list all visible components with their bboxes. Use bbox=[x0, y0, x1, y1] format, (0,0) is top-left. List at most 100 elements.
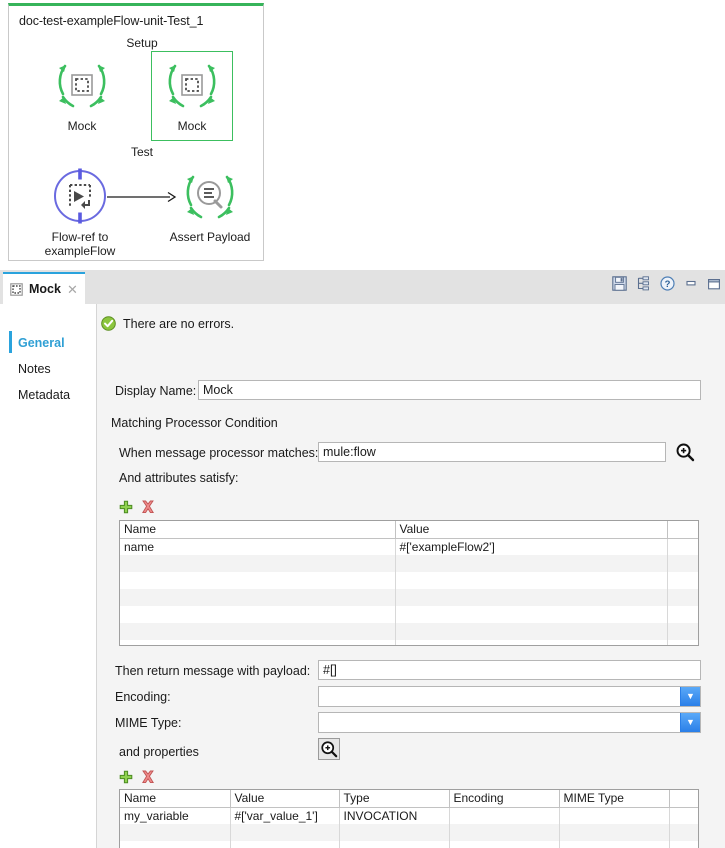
encoding-select[interactable]: ▼ bbox=[318, 686, 701, 707]
flow-node-label: Flow-ref to exampleFlow bbox=[37, 230, 123, 258]
tab-mock[interactable]: Mock ✕ bbox=[3, 272, 85, 304]
table-cell[interactable]: INVOCATION bbox=[339, 807, 449, 824]
table-cell[interactable] bbox=[120, 572, 395, 589]
table-header-row: NameValueTypeEncodingMIME Type bbox=[120, 790, 698, 807]
table-cell[interactable] bbox=[120, 623, 395, 640]
table-cell[interactable] bbox=[339, 841, 449, 848]
table-cell[interactable] bbox=[395, 623, 667, 640]
table-column-header: Value bbox=[395, 521, 667, 538]
table-cell[interactable]: #['var_value_1'] bbox=[230, 807, 339, 824]
table-cell[interactable] bbox=[667, 589, 698, 606]
table-row[interactable] bbox=[120, 555, 698, 572]
table-cell[interactable] bbox=[120, 555, 395, 572]
table-cell[interactable] bbox=[559, 824, 669, 841]
table-cell[interactable] bbox=[449, 841, 559, 848]
table-column-header: Encoding bbox=[449, 790, 559, 807]
properties-table[interactable]: NameValueTypeEncodingMIME Type my_variab… bbox=[119, 789, 699, 848]
encoding-label: Encoding: bbox=[115, 690, 171, 704]
flow-node-assert-payload[interactable]: Assert Payload bbox=[167, 165, 253, 244]
status-text: There are no errors. bbox=[123, 317, 234, 331]
maximize-icon[interactable] bbox=[707, 277, 721, 291]
table-cell[interactable] bbox=[667, 538, 698, 555]
table-cell[interactable] bbox=[669, 841, 698, 848]
flow-node-mock-2[interactable]: Mock bbox=[149, 54, 235, 133]
display-name-group bbox=[107, 340, 715, 372]
panel-content: There are no errors. Display Name: Match… bbox=[97, 304, 725, 848]
close-icon[interactable]: ✕ bbox=[67, 283, 78, 296]
minimize-icon[interactable] bbox=[684, 277, 698, 291]
table-row[interactable] bbox=[120, 606, 698, 623]
sidebar-item-general[interactable]: General bbox=[0, 332, 96, 354]
table-cell[interactable] bbox=[559, 807, 669, 824]
delete-cross-icon[interactable] bbox=[141, 770, 155, 784]
table-cell[interactable] bbox=[395, 589, 667, 606]
panel-body: General Notes Metadata bbox=[0, 304, 725, 848]
sidebar-item-metadata[interactable]: Metadata bbox=[0, 384, 96, 406]
flow-node-mock-1[interactable]: Mock bbox=[39, 54, 125, 133]
table-row[interactable] bbox=[120, 824, 698, 841]
table-cell[interactable] bbox=[669, 807, 698, 824]
when-matches-input[interactable] bbox=[318, 442, 666, 462]
flow-node-label: Mock bbox=[149, 119, 235, 133]
add-plus-icon[interactable] bbox=[119, 500, 133, 514]
table-cell[interactable] bbox=[230, 841, 339, 848]
scope-label-setup: Setup bbox=[102, 36, 182, 50]
table-row[interactable] bbox=[120, 623, 698, 640]
table-cell[interactable] bbox=[120, 640, 395, 646]
status-row: There are no errors. bbox=[101, 316, 234, 331]
table-cell[interactable] bbox=[339, 824, 449, 841]
table-cell[interactable] bbox=[120, 606, 395, 623]
table-row[interactable]: my_variable#['var_value_1']INVOCATION bbox=[120, 807, 698, 824]
flow-node-flow-ref[interactable]: Flow-ref to exampleFlow bbox=[37, 165, 123, 258]
delete-cross-icon[interactable] bbox=[141, 500, 155, 514]
table-row[interactable]: name#['exampleFlow2'] bbox=[120, 538, 698, 555]
table-cell[interactable] bbox=[230, 824, 339, 841]
table-cell[interactable] bbox=[395, 555, 667, 572]
table-row[interactable] bbox=[120, 841, 698, 848]
table-cell[interactable]: name bbox=[120, 538, 395, 555]
sidebar-item-notes[interactable]: Notes bbox=[0, 358, 96, 380]
payload-label: Then return message with payload: bbox=[115, 664, 310, 678]
mime-type-select[interactable]: ▼ bbox=[318, 712, 701, 733]
table-cell[interactable] bbox=[667, 640, 698, 646]
sidebar-item-label: Notes bbox=[18, 362, 51, 376]
chevron-down-icon[interactable]: ▼ bbox=[680, 687, 700, 706]
flow-ref-icon bbox=[49, 165, 111, 227]
table-cell[interactable] bbox=[120, 841, 230, 848]
chevron-down-icon[interactable]: ▼ bbox=[680, 713, 700, 732]
table-cell[interactable] bbox=[667, 606, 698, 623]
help-icon[interactable]: ? bbox=[660, 276, 675, 291]
when-matches-label: When message processor matches: bbox=[119, 446, 318, 460]
table-row[interactable] bbox=[120, 640, 698, 646]
table-cell[interactable]: my_variable bbox=[120, 807, 230, 824]
table-row[interactable] bbox=[120, 572, 698, 589]
table-cell[interactable] bbox=[449, 807, 559, 824]
table-cell[interactable] bbox=[667, 623, 698, 640]
mock-icon bbox=[161, 54, 223, 116]
table-cell[interactable] bbox=[120, 824, 230, 841]
attributes-table[interactable]: NameValue name#['exampleFlow2'] bbox=[119, 520, 699, 646]
table-cell[interactable] bbox=[395, 572, 667, 589]
save-icon[interactable] bbox=[612, 276, 627, 291]
hierarchy-icon[interactable] bbox=[636, 276, 651, 291]
table-cell[interactable] bbox=[667, 572, 698, 589]
properties-zoom-in-icon[interactable] bbox=[318, 738, 340, 760]
zoom-in-icon[interactable] bbox=[675, 442, 695, 462]
table-cell[interactable] bbox=[669, 824, 698, 841]
sidebar-item-label: Metadata bbox=[18, 388, 70, 402]
table-cell[interactable] bbox=[395, 606, 667, 623]
table-cell[interactable]: #['exampleFlow2'] bbox=[395, 538, 667, 555]
table-cell[interactable] bbox=[395, 640, 667, 646]
table-cell[interactable] bbox=[120, 589, 395, 606]
table-cell[interactable] bbox=[667, 555, 698, 572]
payload-input[interactable] bbox=[318, 660, 701, 680]
add-plus-icon[interactable] bbox=[119, 770, 133, 784]
display-name-input[interactable] bbox=[198, 380, 701, 400]
matching-condition-legend: Matching Processor Condition bbox=[111, 416, 278, 430]
table-cell[interactable] bbox=[449, 824, 559, 841]
table-row[interactable] bbox=[120, 589, 698, 606]
properties-table-grid: NameValueTypeEncodingMIME Type my_variab… bbox=[120, 790, 698, 848]
mock-icon bbox=[10, 283, 23, 296]
table-cell[interactable] bbox=[559, 841, 669, 848]
table-column-header: Type bbox=[339, 790, 449, 807]
